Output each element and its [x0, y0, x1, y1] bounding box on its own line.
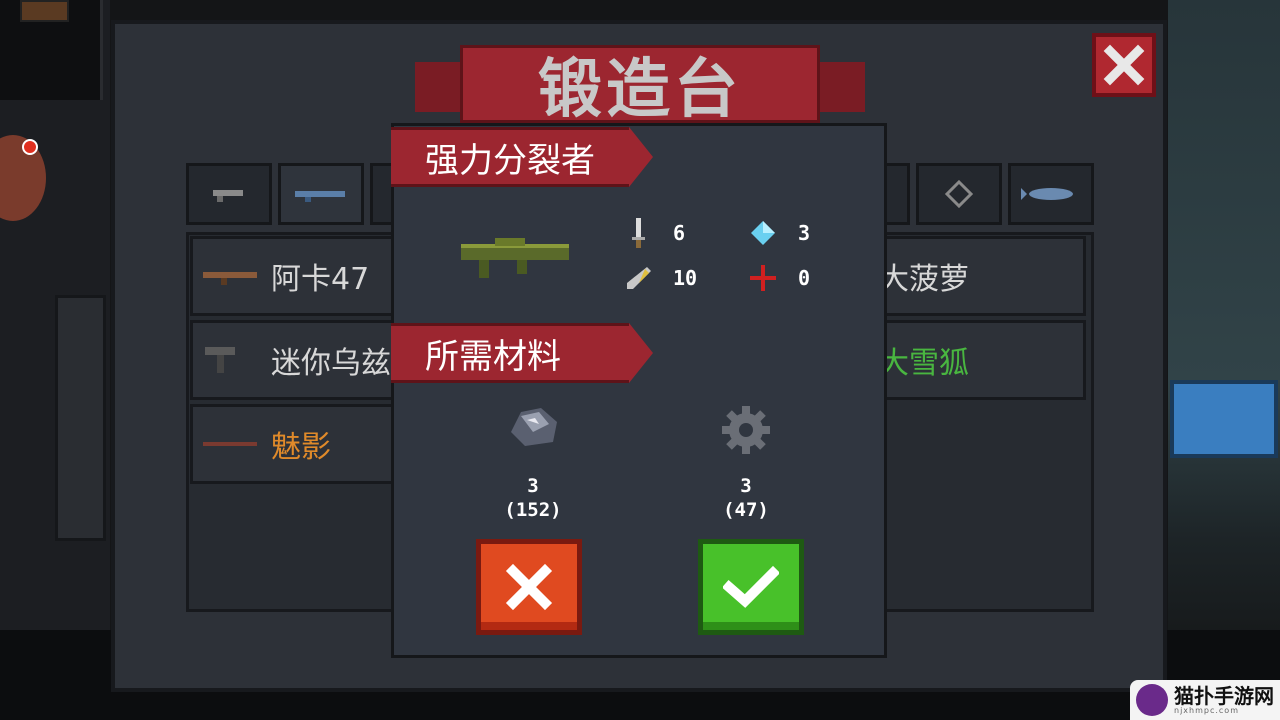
pillar [55, 295, 106, 541]
stat-spread: 0 [750, 264, 810, 292]
tab-rifle[interactable] [278, 163, 364, 225]
materials-ribbon: 所需材料 [391, 323, 653, 383]
material-iron-ore: 3 (152) [473, 402, 593, 522]
uzi-icon [205, 347, 235, 373]
ak47-icon [203, 272, 257, 285]
forge-title: 锻造台 [538, 53, 742, 127]
iron-ore-owned: (152) [504, 499, 562, 521]
feather-pen-icon [627, 267, 651, 289]
stat-attack-value: 6 [673, 221, 686, 245]
wall-frame [20, 0, 69, 22]
phantom-rifle-icon [203, 442, 257, 446]
weapon-name-snowfox: 大雪狐 [879, 346, 969, 381]
site-watermark: 猫扑手游网 njxhmpc.com [1130, 680, 1280, 720]
banner-wing-left [415, 62, 465, 112]
cancel-button[interactable] [476, 539, 582, 635]
weapon-row-pineapple[interactable]: 大菠萝 [870, 236, 1086, 316]
weapon-row-phantom[interactable]: 魅影 [190, 404, 410, 484]
iron-ore-icon [511, 408, 557, 446]
stat-energy: 3 [750, 219, 810, 247]
iron-ore-required: 3 [527, 475, 539, 497]
banner-wing-right [815, 62, 865, 112]
material-gear: 3 (47) [686, 402, 806, 522]
stat-energy-value: 3 [798, 221, 811, 245]
confirm-check-icon [723, 565, 779, 608]
stat-spread-value: 0 [798, 266, 811, 290]
notification-dot [22, 139, 38, 155]
weapon-name-pineapple: 大菠萝 [879, 262, 969, 297]
watermark-logo [1136, 684, 1168, 716]
tab-pistol[interactable] [186, 163, 272, 225]
computer-screen [1170, 380, 1278, 458]
weapon-detail-modal [391, 123, 887, 658]
gear-owned: (47) [723, 499, 769, 521]
gear-required: 3 [740, 475, 752, 497]
weapon-name-phantom: 魅影 [271, 430, 331, 465]
pistol-icon [213, 190, 243, 202]
weapon-name-ak47: 阿卡47 [271, 262, 370, 297]
close-x-icon [1103, 44, 1145, 86]
materials-title: 所需材料 [425, 336, 561, 377]
forge-banner: 锻造台 [460, 45, 820, 127]
rifle-icon [295, 191, 345, 202]
weapon-preview [455, 230, 575, 290]
fish-icon [1021, 188, 1073, 200]
right-wall [1168, 0, 1280, 720]
weapon-row-uzi[interactable]: 迷你乌兹 [190, 320, 410, 400]
weapon-row-ak47[interactable]: 阿卡47 [190, 236, 410, 316]
stat-attack: 6 [625, 218, 686, 248]
tab-fish[interactable] [1008, 163, 1094, 225]
energy-crystal-icon [751, 221, 775, 245]
gear-icon [722, 406, 770, 454]
watermark-text: 猫扑手游网 [1174, 683, 1274, 708]
cancel-x-icon [505, 563, 553, 611]
crosshair-icon [944, 179, 974, 209]
close-button[interactable] [1092, 33, 1156, 97]
tab-crosshair[interactable] [916, 163, 1002, 225]
sword-icon [632, 218, 645, 248]
selected-weapon-name: 强力分裂者 [425, 140, 595, 181]
stat-crit: 10 [625, 264, 697, 292]
confirm-button[interactable] [698, 539, 804, 635]
weapon-name-uzi: 迷你乌兹 [271, 346, 391, 381]
rocket-launcher-icon [461, 238, 569, 278]
weapon-row-snowfox[interactable]: 大雪狐 [870, 320, 1086, 400]
stat-crit-value: 10 [673, 266, 698, 290]
weapon-name-ribbon: 强力分裂者 [391, 127, 653, 187]
red-crosshair-icon [750, 265, 776, 291]
